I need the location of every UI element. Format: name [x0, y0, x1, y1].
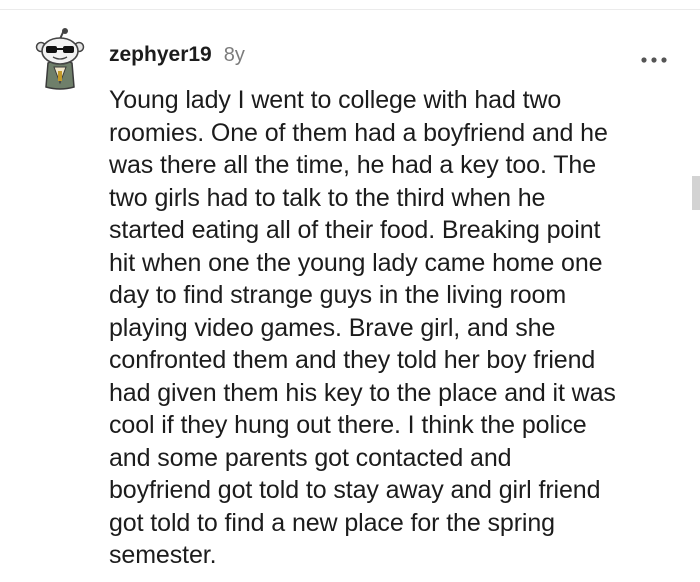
scrollbar-thumb[interactable] — [692, 176, 700, 210]
comment-age: 8y — [223, 44, 245, 66]
snoo-avatar-icon — [35, 28, 85, 90]
top-divider — [0, 9, 700, 10]
comment-body: Young lady I went to college with had tw… — [109, 86, 616, 569]
comment-header: zephyer19 8y — [109, 43, 245, 67]
more-options-button[interactable] — [640, 52, 668, 63]
more-options-icon — [641, 57, 667, 63]
username-link[interactable]: zephyer19 — [109, 43, 212, 67]
user-avatar[interactable] — [34, 27, 86, 91]
